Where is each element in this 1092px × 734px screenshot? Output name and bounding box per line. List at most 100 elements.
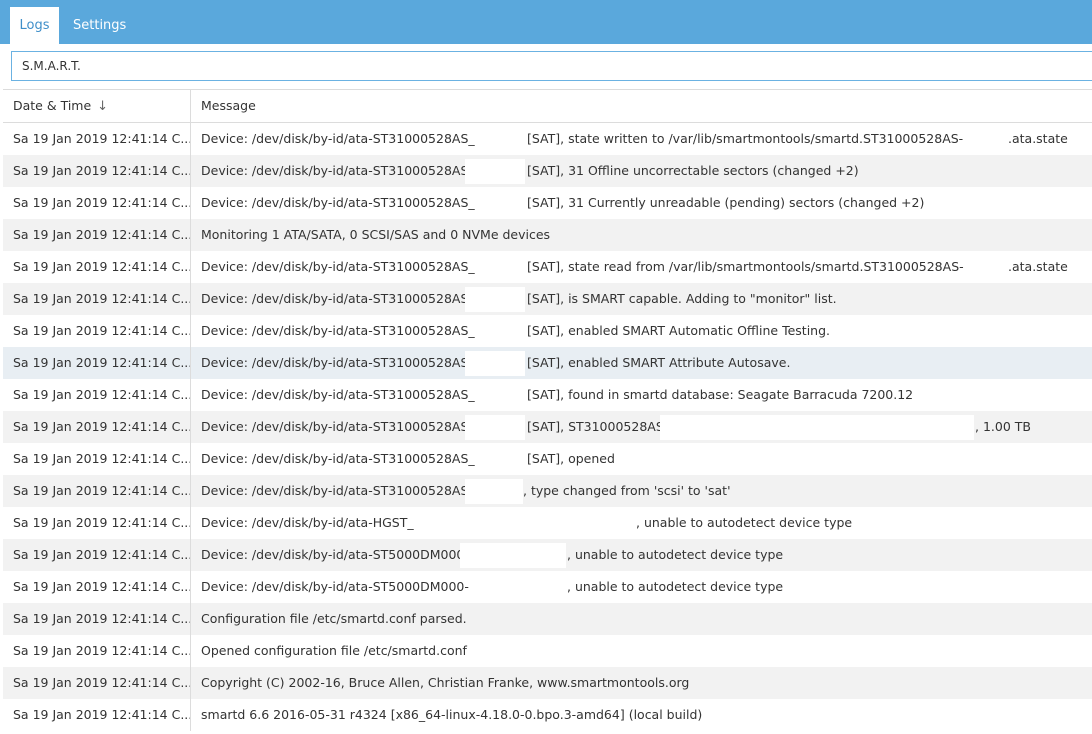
row-message-detail: [SAT], enabled SMART Automatic Offline T… [527,323,830,338]
table-row[interactable]: Sa 19 Jan 2019 12:41:14 C... Device: /de… [3,187,1092,219]
column-header-date[interactable]: Date & Time ↓ [13,90,108,122]
row-message-detail: , unable to autodetect device type [567,547,784,562]
table-row[interactable]: Sa 19 Jan 2019 12:41:14 C... Device: /de… [3,155,1092,187]
row-message: Device: /dev/disk/by-id/ata-ST31000528AS… [201,387,475,402]
cell-divider [190,251,191,283]
filter-input[interactable] [12,52,1092,80]
table-row[interactable]: Sa 19 Jan 2019 12:41:14 C... Device: /de… [3,283,1092,315]
row-message-tail: .ata.state [1008,259,1068,274]
row-message-tail: , 1.00 TB [975,419,1031,434]
tab-logs[interactable]: Logs [10,7,59,44]
filter-box [11,51,1092,81]
row-date: Sa 19 Jan 2019 12:41:14 C... [13,259,193,274]
row-message-detail: [SAT], 31 Currently unreadable (pending)… [527,195,925,210]
row-date: Sa 19 Jan 2019 12:41:14 C... [13,355,193,370]
table-row[interactable]: Sa 19 Jan 2019 12:41:14 C... Device: /de… [3,475,1092,507]
table-row[interactable]: Sa 19 Jan 2019 12:41:14 C... Configurati… [3,603,1092,635]
cell-divider [190,635,191,667]
cell-divider [190,699,191,731]
table-row[interactable]: Sa 19 Jan 2019 12:41:14 C... Device: /de… [3,379,1092,411]
row-message: Monitoring 1 ATA/SATA, 0 SCSI/SAS and 0 … [201,227,551,242]
log-table: Date & Time ↓ Message Sa 19 Jan 2019 12:4… [3,89,1092,731]
row-message: Device: /dev/disk/by-id/ata-ST31000528AS… [201,163,475,178]
row-message-detail: [SAT], opened [527,451,615,466]
row-message-detail: , unable to autodetect device type [567,579,784,594]
table-row[interactable]: Sa 19 Jan 2019 12:41:14 C... smartd 6.6 … [3,699,1092,731]
redaction-box [465,159,525,184]
row-message-detail: , type changed from 'scsi' to 'sat' [523,483,731,498]
row-message: Device: /dev/disk/by-id/ata-ST31000528AS… [201,451,475,466]
row-message: Device: /dev/disk/by-id/ata-ST31000528AS… [201,483,475,498]
row-message-detail: [SAT], state read from /var/lib/smartmon… [527,259,964,274]
tab-settings[interactable]: Settings [73,7,126,44]
cell-divider [190,283,191,315]
redaction-box [460,543,566,568]
cell-divider [190,443,191,475]
cell-divider [190,219,191,251]
row-message: Device: /dev/disk/by-id/ata-ST31000528AS… [201,355,475,370]
cell-divider [190,123,191,155]
row-date: Sa 19 Jan 2019 12:41:14 C... [13,227,193,242]
cell-divider [190,571,191,603]
column-divider[interactable] [190,90,191,122]
redaction-box [465,287,525,312]
row-message-detail: [SAT], enabled SMART Attribute Autosave. [527,355,791,370]
row-date: Sa 19 Jan 2019 12:41:14 C... [13,131,193,146]
cell-divider [190,475,191,507]
table-row[interactable]: Sa 19 Jan 2019 12:41:14 C... Opened conf… [3,635,1092,667]
cell-divider [190,603,191,635]
row-message-detail: [SAT], found in smartd database: Seagate… [527,387,914,402]
row-message: Configuration file /etc/smartd.conf pars… [201,611,467,626]
row-date: Sa 19 Jan 2019 12:41:14 C... [13,707,193,722]
cell-divider [190,411,191,443]
table-row[interactable]: Sa 19 Jan 2019 12:41:14 C... Device: /de… [3,347,1092,379]
table-row[interactable]: Sa 19 Jan 2019 12:41:14 C... Device: /de… [3,571,1092,603]
row-message: Device: /dev/disk/by-id/ata-ST31000528AS… [201,131,475,146]
table-row[interactable]: Sa 19 Jan 2019 12:41:14 C... Copyright (… [3,667,1092,699]
table-row[interactable]: Sa 19 Jan 2019 12:41:14 C... Device: /de… [3,315,1092,347]
row-date: Sa 19 Jan 2019 12:41:14 C... [13,291,193,306]
row-date: Sa 19 Jan 2019 12:41:14 C... [13,515,193,530]
table-body: Sa 19 Jan 2019 12:41:14 C... Device: /de… [3,123,1092,731]
cell-divider [190,539,191,571]
row-date: Sa 19 Jan 2019 12:41:14 C... [13,419,193,434]
table-header: Date & Time ↓ Message [3,89,1092,123]
row-message: Device: /dev/disk/by-id/ata-ST5000DM000- [201,547,469,562]
column-header-message[interactable]: Message [201,90,256,122]
table-row[interactable]: Sa 19 Jan 2019 12:41:14 C... Device: /de… [3,507,1092,539]
cell-divider [190,379,191,411]
table-row[interactable]: Sa 19 Jan 2019 12:41:14 C... Monitoring … [3,219,1092,251]
row-date: Sa 19 Jan 2019 12:41:14 C... [13,675,193,690]
cell-divider [190,507,191,539]
redaction-box [465,479,523,504]
row-message: smartd 6.6 2016-05-31 r4324 [x86_64-linu… [201,707,703,722]
row-message-tail: .ata.state [1008,131,1068,146]
row-message: Device: /dev/disk/by-id/ata-ST5000DM000- [201,579,469,594]
sort-descending-icon[interactable]: ↓ [97,91,108,123]
row-date: Sa 19 Jan 2019 12:41:14 C... [13,451,193,466]
row-date: Sa 19 Jan 2019 12:41:14 C... [13,579,193,594]
cell-divider [190,155,191,187]
row-message: Copyright (C) 2002-16, Bruce Allen, Chri… [201,675,690,690]
row-message: Opened configuration file /etc/smartd.co… [201,643,467,658]
redaction-box [465,351,525,376]
redaction-box [660,415,974,440]
table-row[interactable]: Sa 19 Jan 2019 12:41:14 C... Device: /de… [3,123,1092,155]
redaction-box [465,415,525,440]
table-row[interactable]: Sa 19 Jan 2019 12:41:14 C... Device: /de… [3,443,1092,475]
row-message-detail: [SAT], ST31000528AS, [527,419,668,434]
row-date: Sa 19 Jan 2019 12:41:14 C... [13,483,193,498]
row-date: Sa 19 Jan 2019 12:41:14 C... [13,547,193,562]
row-message-detail: [SAT], is SMART capable. Adding to "moni… [527,291,837,306]
row-message-detail: [SAT], 31 Offline uncorrectable sectors … [527,163,859,178]
row-date: Sa 19 Jan 2019 12:41:14 C... [13,195,193,210]
row-message: Device: /dev/disk/by-id/ata-HGST_ [201,515,414,530]
row-date: Sa 19 Jan 2019 12:41:14 C... [13,643,193,658]
table-row[interactable]: Sa 19 Jan 2019 12:41:14 C... Device: /de… [3,251,1092,283]
cell-divider [190,187,191,219]
table-row[interactable]: Sa 19 Jan 2019 12:41:14 C... Device: /de… [3,411,1092,443]
row-date: Sa 19 Jan 2019 12:41:14 C... [13,323,193,338]
row-date: Sa 19 Jan 2019 12:41:14 C... [13,387,193,402]
row-date: Sa 19 Jan 2019 12:41:14 C... [13,611,193,626]
table-row[interactable]: Sa 19 Jan 2019 12:41:14 C... Device: /de… [3,539,1092,571]
